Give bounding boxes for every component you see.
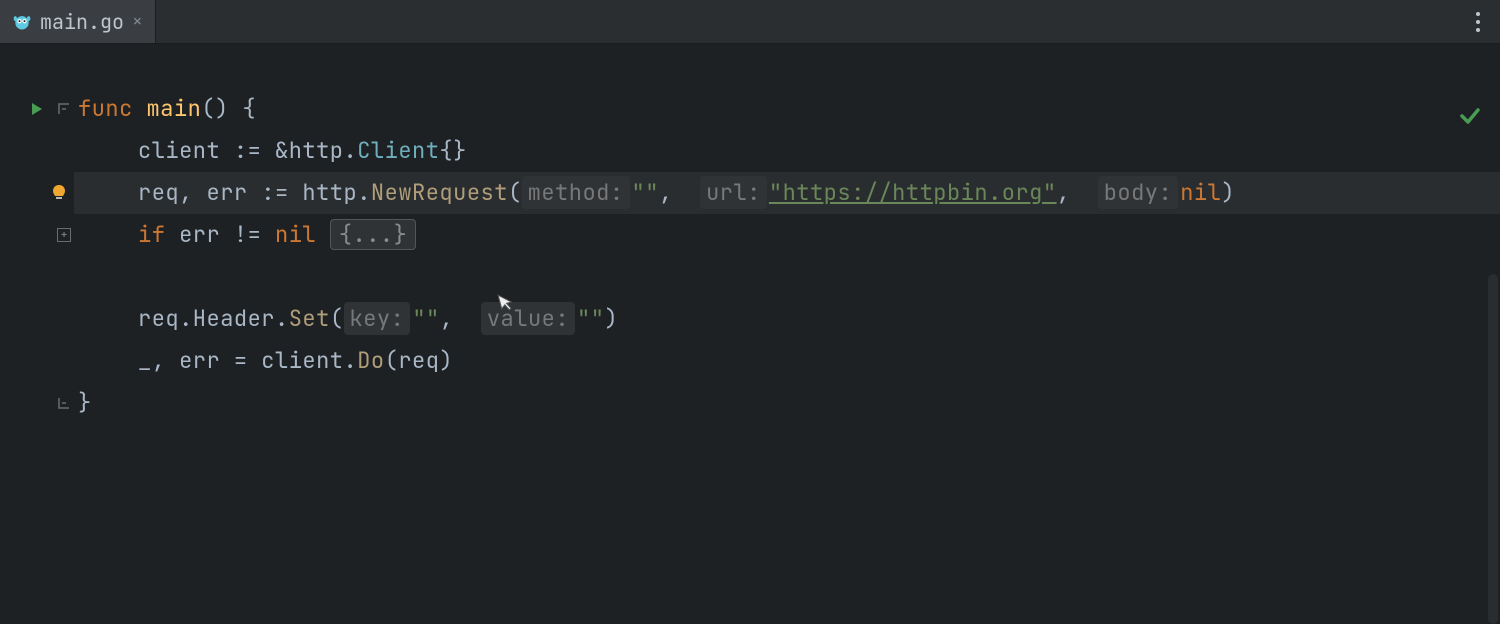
param-hint: body: — [1098, 176, 1179, 209]
folded-block[interactable]: {...} — [330, 219, 417, 250]
code-line[interactable]: func main() { — [74, 88, 1500, 130]
code-line-highlighted[interactable]: req, err := http.NewRequest(method:"", u… — [74, 172, 1500, 214]
param-hint: method: — [522, 176, 630, 209]
fold-expand-icon[interactable]: + — [56, 214, 72, 256]
code-line[interactable] — [74, 256, 1500, 298]
intention-bulb-icon[interactable] — [0, 172, 74, 214]
tab-bar: main.go × — [0, 0, 1500, 44]
tab-label: main.go — [40, 9, 124, 35]
param-hint: value: — [481, 302, 575, 335]
analysis-ok-icon[interactable] — [1458, 104, 1482, 136]
gutter: + — [0, 44, 74, 600]
code-area[interactable]: func main() { client := &http.Client{} r… — [74, 44, 1500, 600]
param-hint: key: — [344, 302, 411, 335]
editor[interactable]: + func main() { client := &http.Client{}… — [0, 44, 1500, 600]
fold-collapse-end-icon[interactable] — [56, 382, 72, 424]
code-line[interactable]: req.Header.Set(key:"", value:"") — [74, 298, 1500, 340]
param-hint: url: — [700, 176, 767, 209]
code-line[interactable]: client := &http.Client{} — [74, 130, 1500, 172]
url-link[interactable]: "https://httpbin.org" — [769, 178, 1057, 207]
code-line[interactable]: _, err = client.Do(req) — [74, 340, 1500, 382]
code-line[interactable]: if err != nil {...} — [74, 214, 1500, 256]
close-tab-icon[interactable]: × — [132, 10, 143, 33]
code-line[interactable]: } — [74, 382, 1500, 424]
fold-collapse-icon[interactable] — [56, 88, 72, 130]
go-file-icon — [12, 12, 32, 32]
scrollbar[interactable] — [1488, 274, 1498, 624]
file-tab-main[interactable]: main.go × — [0, 0, 156, 43]
more-actions-icon[interactable] — [1456, 0, 1500, 43]
